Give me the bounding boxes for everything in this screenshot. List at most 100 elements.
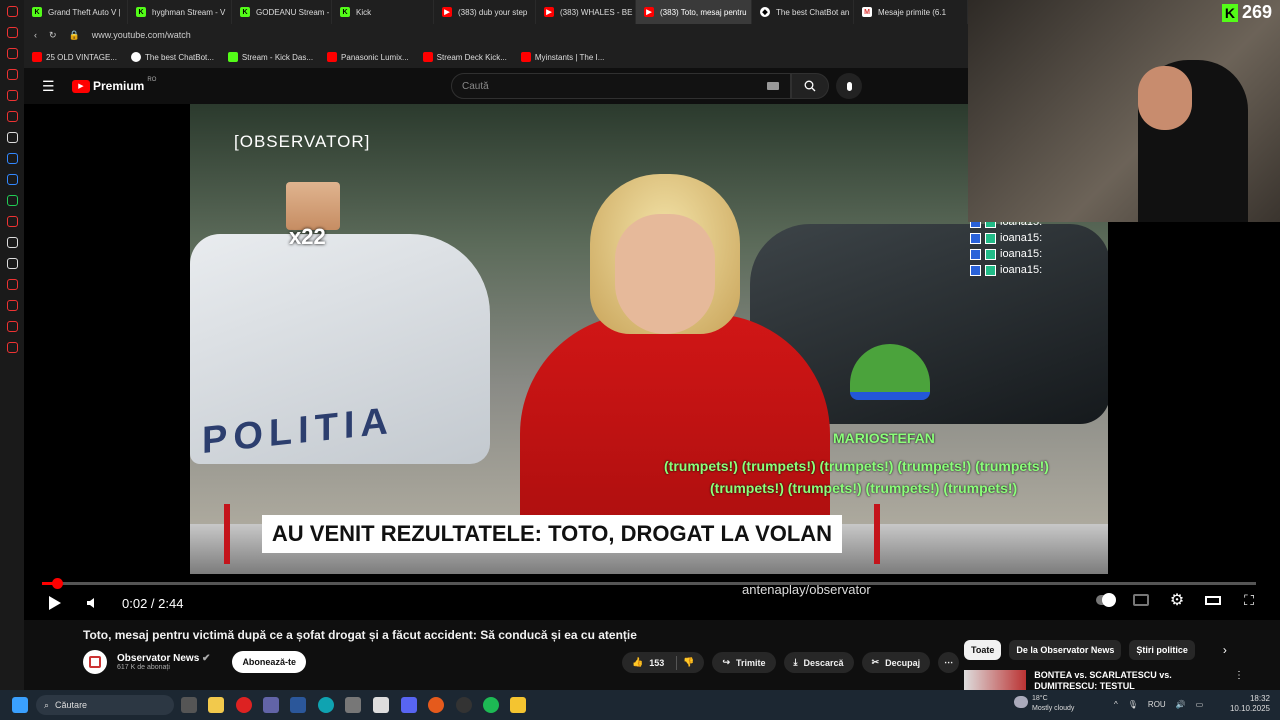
share-button[interactable]: ↪ Trimite bbox=[712, 652, 776, 673]
settings-icon[interactable] bbox=[6, 342, 18, 353]
back-icon[interactable]: ‹ bbox=[34, 30, 37, 40]
clip-button[interactable]: ✂ Decupaj bbox=[861, 652, 931, 673]
download-icon: ⤓ bbox=[793, 657, 798, 667]
whatsapp-icon[interactable] bbox=[6, 195, 18, 206]
spotify-icon[interactable] bbox=[483, 697, 499, 713]
browser-tab[interactable]: ▶ (383) dub your step bbox=[434, 0, 536, 24]
streaming-app-icon[interactable] bbox=[510, 697, 526, 713]
channel-name[interactable]: Observator News ✔ bbox=[117, 653, 210, 664]
windows-start-icon[interactable] bbox=[12, 697, 28, 713]
fullscreen-icon[interactable]: ⛶ bbox=[1240, 592, 1258, 608]
keyboard-icon[interactable] bbox=[767, 82, 779, 90]
battery-icon[interactable]: ▭ bbox=[1196, 700, 1204, 709]
clock[interactable]: 18:32 10.10.2025 bbox=[1230, 694, 1270, 714]
more-icon: ⋯ bbox=[944, 657, 954, 667]
history-icon[interactable] bbox=[6, 300, 18, 311]
bookmark[interactable]: Myinstants | The I... bbox=[520, 52, 604, 62]
taskbar-search[interactable]: ⌕ Căutare bbox=[36, 695, 174, 715]
browser-tab[interactable]: Khyghman Stream - V bbox=[128, 0, 232, 24]
browser-tab[interactable]: K Grand Theft Auto V | bbox=[24, 0, 128, 24]
more-actions-button[interactable]: ⋯ bbox=[938, 652, 960, 673]
recommended-title[interactable]: BONTEA vs. SCARLATESCU vs. DUMITRESCU: T… bbox=[1034, 670, 1226, 690]
bookmark[interactable]: Panasonic Lumix... bbox=[327, 52, 409, 62]
browser-tab[interactable]: ◆ The best ChatBot an bbox=[752, 0, 854, 24]
word-icon[interactable] bbox=[290, 697, 306, 713]
thumbs-down-icon[interactable]: 👎 bbox=[683, 657, 694, 668]
play-icon[interactable] bbox=[46, 595, 64, 611]
opera-icon[interactable] bbox=[236, 697, 252, 713]
obs-icon[interactable] bbox=[456, 697, 472, 713]
settings-icon[interactable]: ⚙ bbox=[1168, 592, 1186, 609]
subscribe-button[interactable]: Abonează-te bbox=[232, 651, 306, 673]
sidebar-app-icon[interactable] bbox=[6, 90, 18, 101]
instagram-icon[interactable] bbox=[6, 216, 18, 227]
game-app-icon[interactable] bbox=[428, 697, 444, 713]
browser-tab[interactable]: M Mesaje primite (6.1 bbox=[854, 0, 968, 24]
tiktok-icon[interactable] bbox=[6, 237, 18, 248]
task-view-icon[interactable] bbox=[181, 697, 197, 713]
messenger-icon[interactable] bbox=[6, 174, 18, 185]
discord-icon[interactable] bbox=[401, 697, 417, 713]
chip-channel[interactable]: De la Observator News bbox=[1009, 640, 1122, 660]
language-indicator[interactable]: ROU bbox=[1148, 700, 1166, 709]
sidebar-app-icon[interactable] bbox=[6, 111, 18, 122]
search-input[interactable]: Caută bbox=[451, 73, 791, 99]
url-field[interactable]: www.youtube.com/watch bbox=[92, 30, 191, 40]
x-icon[interactable] bbox=[6, 258, 18, 269]
chevron-up-icon[interactable]: ^ bbox=[1114, 700, 1118, 709]
volume-icon[interactable] bbox=[84, 595, 102, 611]
tiktok-icon[interactable] bbox=[6, 132, 18, 143]
settings-icon[interactable] bbox=[345, 697, 361, 713]
speaker-icon[interactable]: 🔊 bbox=[1176, 700, 1186, 709]
download-button[interactable]: ⤓ Descarcă bbox=[783, 652, 854, 673]
browser-sidebar bbox=[0, 0, 24, 690]
sidebar-app-icon[interactable] bbox=[6, 69, 18, 80]
youtube-icon: ▶ bbox=[644, 7, 654, 17]
scrubber-handle[interactable] bbox=[51, 578, 63, 589]
kick-icon: K bbox=[32, 7, 42, 17]
like-button[interactable]: 👍 153 👎 bbox=[622, 652, 705, 673]
bookmark[interactable]: 25 OLD VINTAGE... bbox=[32, 52, 117, 62]
voice-search-button[interactable] bbox=[836, 73, 862, 99]
reload-icon[interactable]: ↻ bbox=[49, 30, 57, 41]
mic-icon[interactable]: 🎙 bbox=[1128, 700, 1138, 709]
bookmark[interactable]: Stream Deck Kick... bbox=[422, 52, 507, 62]
theater-mode-icon[interactable] bbox=[1204, 592, 1222, 608]
search-button[interactable] bbox=[791, 73, 829, 99]
menu-icon[interactable]: ☰ bbox=[42, 78, 55, 95]
browser-tab[interactable]: K Kick bbox=[332, 0, 434, 24]
recommended-thumbnail[interactable] bbox=[964, 670, 1027, 690]
sidebar-app-icon[interactable] bbox=[6, 27, 18, 38]
chip-politics[interactable]: Știri politice bbox=[1129, 640, 1195, 660]
autoplay-toggle-icon[interactable] bbox=[1096, 592, 1116, 608]
teams-icon[interactable] bbox=[263, 697, 279, 713]
channel-avatar[interactable] bbox=[83, 650, 107, 674]
recommended-video[interactable]: BONTEA vs. SCARLATESCU vs. DUMITRESCU: T… bbox=[964, 670, 1244, 690]
progress-bar[interactable] bbox=[42, 582, 1256, 585]
address-bar: ‹ ↻ 🔒 www.youtube.com/watch bbox=[24, 24, 968, 46]
twitch-icon[interactable] bbox=[6, 153, 18, 164]
subtitles-icon[interactable] bbox=[1132, 592, 1150, 608]
browser-tab-active[interactable]: ▶ (383) Toto, mesaj pentru bbox=[636, 0, 752, 24]
opera-icon[interactable] bbox=[6, 6, 18, 17]
browser-tab[interactable]: ▶ (383) WHALES - BE bbox=[536, 0, 636, 24]
sidebar-app-icon[interactable] bbox=[6, 321, 18, 332]
youtube-logo[interactable]: ▶ Premium RO bbox=[72, 77, 156, 93]
browser-tab[interactable]: K GODEANU Stream - bbox=[232, 0, 332, 24]
more-vert-icon[interactable]: ⋮ bbox=[1234, 670, 1244, 690]
channel-watermark: [OBSERVATOR] bbox=[234, 132, 371, 151]
weather-widget[interactable]: 18°C Mostly cloudy bbox=[1014, 694, 1074, 714]
chat-username: MARIOSTEFAN bbox=[833, 430, 935, 446]
file-explorer-icon[interactable] bbox=[208, 697, 224, 713]
kick-icon bbox=[227, 52, 238, 62]
thumbs-up-icon: 👍 bbox=[632, 657, 644, 667]
chevron-right-icon[interactable]: › bbox=[1223, 643, 1227, 657]
bookmark[interactable]: The best ChatBot... bbox=[130, 52, 214, 62]
edge-icon[interactable] bbox=[318, 697, 334, 713]
sidebar-app-icon[interactable] bbox=[6, 48, 18, 59]
bookmark[interactable]: Stream - Kick Das... bbox=[227, 52, 313, 62]
store-icon[interactable] bbox=[373, 697, 389, 713]
sidebar-app-icon[interactable] bbox=[6, 279, 18, 290]
badge-icon bbox=[970, 264, 981, 276]
chip-all[interactable]: Toate bbox=[964, 640, 1002, 660]
